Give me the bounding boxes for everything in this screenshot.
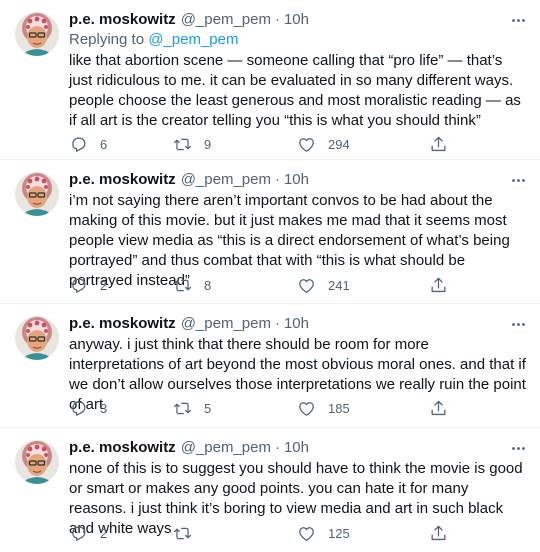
tweet[interactable]: p.e. moskowitz @_pem_pem · 10h none of t… [0,428,540,552]
username[interactable]: @_pem_pem [181,314,271,334]
share-button[interactable] [429,133,448,155]
like-count: 294 [328,136,350,152]
tweet-content: p.e. moskowitz @_pem_pem · 10h i’m not s… [69,170,528,291]
like-count: 241 [328,277,350,293]
retweet-count: 5 [204,400,212,416]
reply-icon [72,526,86,541]
display-name[interactable]: p.e. moskowitz [69,438,176,458]
like-button[interactable]: 185 [297,397,350,419]
username[interactable]: @_pem_pem [181,10,271,30]
avatar-image [15,316,59,360]
retweet-icon [173,527,192,539]
tweet-actions: 2 125 [69,522,449,544]
tweet-actions: 3 5 185 [69,397,449,419]
more-icon[interactable] [508,10,528,30]
separator-dot: · [274,171,280,188]
more-icon[interactable] [508,314,528,334]
like-count: 125 [328,525,350,541]
reply-icon [72,278,86,293]
share-icon [431,136,446,151]
retweet-icon [173,138,192,150]
heart-icon [299,278,314,293]
tweet-header: p.e. moskowitz @_pem_pem · 10h [69,438,528,458]
timestamp[interactable]: 10h [284,314,309,334]
like-button[interactable]: 241 [297,274,350,296]
avatar-image [15,440,59,484]
avatar-image [15,172,59,216]
display-name[interactable]: p.e. moskowitz [69,10,176,30]
username[interactable]: @_pem_pem [181,170,271,190]
share-icon [431,277,446,292]
tweet-header: p.e. moskowitz @_pem_pem · 10h [69,10,528,30]
retweet-icon [173,279,192,291]
avatar[interactable] [15,316,59,360]
timestamp[interactable]: 10h [284,10,309,30]
reply-button[interactable]: 6 [69,133,107,155]
like-button[interactable]: 125 [297,522,350,544]
avatar[interactable] [15,172,59,216]
share-button[interactable] [429,274,448,296]
replying-to-handle-link[interactable]: @_pem_pem [148,31,238,48]
separator-dot: · [274,11,280,28]
heart-icon [299,526,314,541]
retweet-button[interactable]: 9 [173,133,211,155]
reply-count: 2 [100,277,108,293]
reply-count: 2 [100,525,108,541]
display-name[interactable]: p.e. moskowitz [69,170,176,190]
timestamp[interactable]: 10h [284,170,309,190]
heart-icon [299,137,314,152]
retweet-button[interactable] [173,522,204,544]
avatar[interactable] [15,440,59,484]
tweet-thread: p.e. moskowitz @_pem_pem · 10h Replying … [0,0,540,552]
tweet[interactable]: p.e. moskowitz @_pem_pem · 10h Replying … [0,0,540,160]
timestamp[interactable]: 10h [284,438,309,458]
retweet-button[interactable]: 8 [173,274,211,296]
reply-button[interactable]: 3 [69,397,107,419]
replying-to: Replying to @_pem_pem [69,30,528,50]
avatar[interactable] [15,12,59,56]
avatar-image [15,12,59,56]
share-button[interactable] [429,397,448,419]
display-name[interactable]: p.e. moskowitz [69,314,176,334]
reply-count: 6 [100,136,108,152]
reply-count: 3 [100,400,108,416]
retweet-button[interactable]: 5 [173,397,211,419]
tweet-actions: 2 8 241 [69,274,449,296]
share-icon [431,400,446,415]
tweet-actions: 6 9 294 [69,133,449,155]
tweet-header: p.e. moskowitz @_pem_pem · 10h [69,314,528,334]
share-button[interactable] [429,522,448,544]
username[interactable]: @_pem_pem [181,438,271,458]
more-icon[interactable] [508,438,528,458]
retweet-count: 9 [204,136,212,152]
replying-to-label: Replying to [69,31,149,48]
tweet-header: p.e. moskowitz @_pem_pem · 10h [69,170,528,190]
reply-button[interactable]: 2 [69,522,107,544]
like-button[interactable]: 294 [297,133,350,155]
tweet[interactable]: p.e. moskowitz @_pem_pem · 10h anyway. i… [0,304,540,428]
reply-icon [72,401,86,416]
tweet[interactable]: p.e. moskowitz @_pem_pem · 10h i’m not s… [0,160,540,304]
separator-dot: · [274,315,280,332]
retweet-count: 8 [204,277,212,293]
tweet-text: like that abortion scene — someone calli… [69,52,521,129]
like-count: 185 [328,400,350,416]
share-icon [431,525,446,540]
heart-icon [299,401,314,416]
reply-button[interactable]: 2 [69,274,107,296]
retweet-icon [173,402,192,414]
separator-dot: · [274,439,280,456]
tweet-content: p.e. moskowitz @_pem_pem · 10h Replying … [69,10,528,131]
more-icon[interactable] [508,170,528,190]
reply-icon [72,137,86,152]
